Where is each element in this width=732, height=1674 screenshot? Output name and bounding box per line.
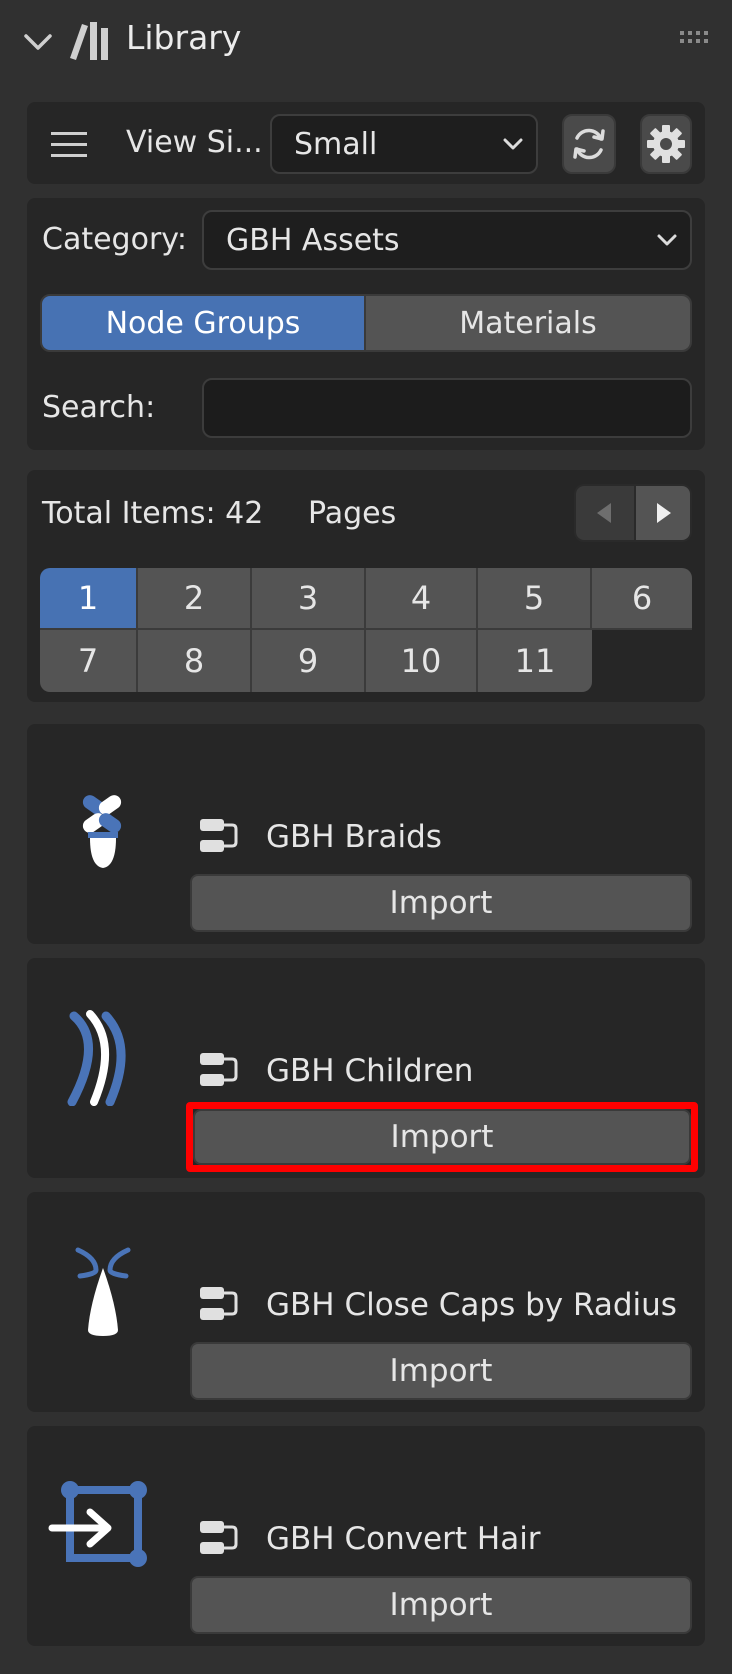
page-grid-empty — [592, 630, 692, 692]
page-button-8[interactable]: 8 — [138, 630, 252, 692]
node-group-icon — [196, 1284, 242, 1326]
category-value: GBH Assets — [226, 222, 400, 258]
page-button-2[interactable]: 2 — [138, 568, 252, 630]
drag-handle-icon[interactable] — [678, 28, 710, 46]
tab-materials[interactable]: Materials — [366, 296, 690, 350]
asset-name: GBH Convert Hair — [266, 1521, 541, 1557]
chevron-down-icon — [657, 234, 677, 246]
page-button-6[interactable]: 6 — [592, 568, 692, 630]
page-button-5[interactable]: 5 — [478, 568, 592, 630]
menu-icon[interactable] — [46, 124, 92, 164]
refresh-icon — [573, 128, 605, 160]
asset-type-tabs: Node Groups Materials — [40, 294, 692, 352]
gear-icon — [647, 125, 685, 163]
refresh-button[interactable] — [562, 114, 616, 174]
search-input[interactable] — [202, 378, 692, 438]
convert-hair-icon — [48, 1480, 154, 1572]
close-caps-icon — [70, 1244, 136, 1340]
children-icon — [64, 1010, 140, 1107]
import-button[interactable]: Import — [193, 1109, 691, 1165]
page-button-10[interactable]: 10 — [366, 630, 478, 692]
page-button-4[interactable]: 4 — [366, 568, 478, 630]
panel-title: Library — [126, 18, 242, 57]
triangle-right-icon — [657, 503, 671, 523]
page-button-3[interactable]: 3 — [252, 568, 366, 630]
import-button[interactable]: Import — [190, 874, 692, 932]
tab-node-groups[interactable]: Node Groups — [42, 296, 366, 350]
node-group-icon — [196, 816, 242, 858]
triangle-left-icon — [597, 503, 611, 523]
import-button[interactable]: Import — [190, 1342, 692, 1400]
library-logo-icon — [68, 18, 114, 62]
prev-page-button[interactable] — [576, 486, 636, 540]
braids-icon — [76, 790, 132, 872]
node-group-icon — [196, 1518, 242, 1560]
collapse-chevron-icon[interactable] — [18, 22, 58, 62]
node-group-icon — [196, 1050, 242, 1092]
page-nav — [574, 484, 692, 542]
asset-name: GBH Children — [266, 1053, 474, 1089]
asset-name: GBH Close Caps by Radius — [266, 1287, 677, 1323]
settings-button[interactable] — [640, 114, 692, 174]
page-grid: 1 2 3 4 5 6 7 8 9 10 11 — [40, 568, 692, 692]
page-button-11[interactable]: 11 — [478, 630, 592, 692]
next-page-button[interactable] — [636, 486, 690, 540]
search-label: Search: — [42, 390, 156, 425]
pages-label: Pages — [308, 496, 397, 531]
page-button-9[interactable]: 9 — [252, 630, 366, 692]
category-dropdown[interactable]: GBH Assets — [202, 210, 692, 270]
page-button-7[interactable]: 7 — [40, 630, 138, 692]
category-label: Category: — [42, 222, 187, 257]
view-size-label: View Si... — [126, 125, 263, 160]
view-size-dropdown[interactable]: Small — [270, 114, 538, 174]
page-button-1[interactable]: 1 — [40, 568, 138, 630]
import-button[interactable]: Import — [190, 1576, 692, 1634]
asset-name: GBH Braids — [266, 819, 442, 855]
total-items-text: Total Items: 42 — [42, 496, 264, 531]
chevron-down-icon — [503, 138, 523, 150]
view-size-value: Small — [294, 126, 378, 162]
